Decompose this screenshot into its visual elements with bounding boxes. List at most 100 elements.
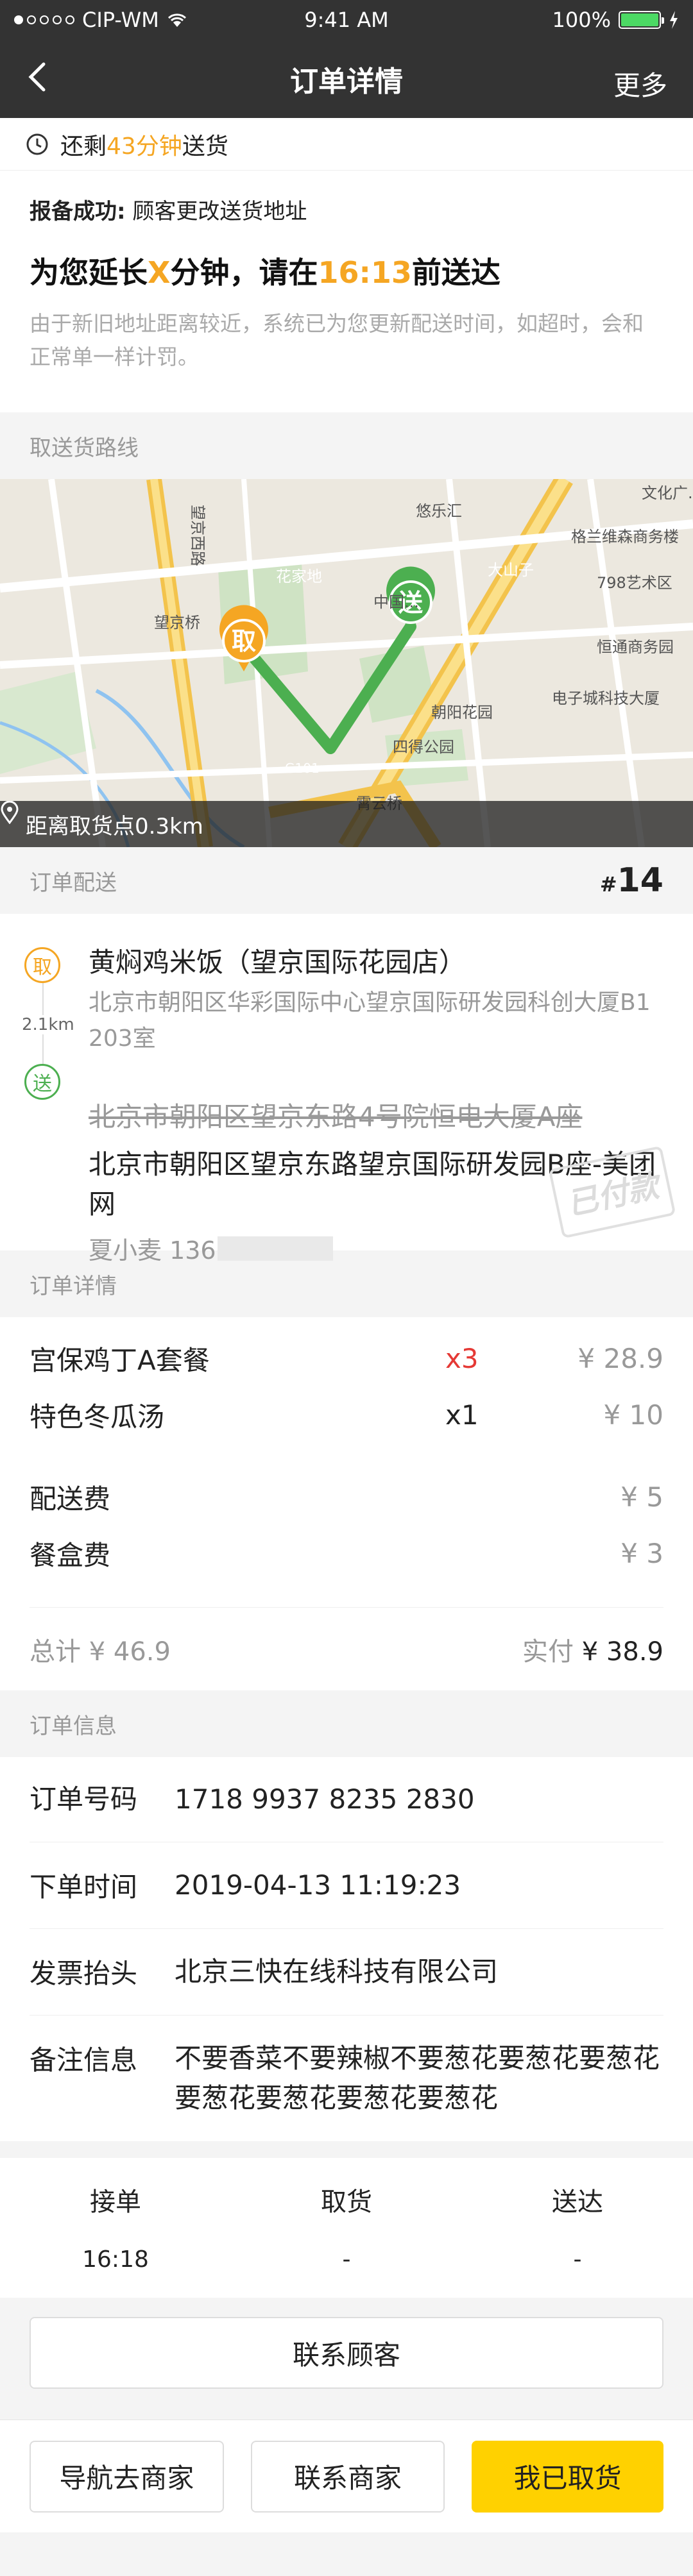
picked-up-button[interactable]: 我已取货 <box>472 2440 664 2513</box>
remaining-time-row: 还剩 43分钟 送货 <box>0 118 693 171</box>
progress-step: 接单 16:18 <box>0 2158 231 2298</box>
map-label: 花家地 <box>276 568 322 585</box>
battery-icon <box>619 11 664 29</box>
timer-suffix: 送货 <box>182 133 228 160</box>
item-name: 宫保鸡丁A套餐 <box>30 1344 210 1376</box>
customer-contact[interactable]: 夏小麦 136 <box>89 1231 663 1266</box>
contact-customer-button[interactable]: 联系顾客 <box>30 2317 663 2389</box>
navigate-to-merchant-button[interactable]: 导航去商家 <box>30 2440 224 2513</box>
signal-icon <box>14 15 74 24</box>
map-label: 恒通商务园 <box>597 638 674 656</box>
address-change-notice: 报备成功: 顾客更改送货地址 为您延长X分钟，请在16:13前送达 由于新旧地址… <box>0 171 693 412</box>
charging-icon <box>670 11 678 29</box>
status-bar: CIP-WM 9:41 AM 100% <box>0 0 693 40</box>
map-label: 悠乐汇 <box>416 502 462 520</box>
info-row-invoice: 发票抬头 北京三快在线科技有限公司 <box>30 1929 663 2016</box>
map-label: 文化广... <box>642 484 693 502</box>
notice-report-line: 报备成功: 顾客更改送货地址 <box>30 194 663 225</box>
merchant-name[interactable]: 黄焖鸡米饭（望京国际花园店） <box>89 941 663 980</box>
info-label: 备注信息 <box>30 2044 138 2076</box>
fee-price: ¥ 5 <box>620 1481 663 1513</box>
headline-x: X <box>148 255 171 290</box>
order-info-header: 订单信息 <box>0 1690 693 1757</box>
order-delivery-title: 订单配送 <box>30 870 117 896</box>
notice-label: 报备成功: <box>30 199 126 224</box>
info-row-notes: 备注信息 不要香菜不要辣椒不要葱花要葱花要葱花要葱花要葱花要葱花要葱花 <box>30 2016 663 2141</box>
timer-minutes: 43分钟 <box>107 133 182 160</box>
merchant-address: 北京市朝阳区华彩国际中心望京国际研发园科创大厦B1 203室 <box>89 989 651 1052</box>
progress-step: 送达 - <box>462 2158 693 2298</box>
pickup-badge: 取 <box>24 947 60 983</box>
page-title: 订单详情 <box>290 65 403 98</box>
customer-name-phone: 夏小麦 136 <box>89 1236 216 1265</box>
dropoff-badge: 送 <box>24 1064 60 1100</box>
battery-percent: 100% <box>552 8 611 32</box>
map-distance-text: 距离取货点0.3km <box>26 813 203 839</box>
item-price: ¥ 10 <box>603 1399 663 1431</box>
paid-value: ¥ 38.9 <box>581 1637 663 1667</box>
route-indicator: 取 2.1km 送 <box>22 947 74 1100</box>
map-label: 朝阳花园 <box>431 703 493 721</box>
fee-row: 配送费 ¥ 5 <box>30 1469 663 1525</box>
info-label: 订单号码 <box>30 1783 138 1815</box>
masked-phone <box>217 1236 333 1261</box>
progress-step-label: 接单 <box>90 2187 141 2217</box>
info-value: 1718 9937 8235 2830 <box>175 1783 475 1815</box>
back-arrow-icon[interactable] <box>19 58 58 96</box>
list-item: 宫保鸡丁A套餐 x3 ¥ 28.9 <box>30 1330 663 1386</box>
list-item: 特色冬瓜汤 x1 ¥ 10 <box>30 1386 663 1443</box>
progress-step-label: 送达 <box>552 2187 603 2217</box>
map-label: 四得公园 <box>393 738 454 756</box>
progress-step-time: - <box>573 2246 582 2273</box>
order-details-title: 订单详情 <box>30 1273 117 1299</box>
progress-step-time: - <box>342 2246 351 2273</box>
pickup-marker-label: 取 <box>232 627 256 655</box>
info-value: 北京三快在线科技有限公司 <box>175 1956 499 1987</box>
fee-name: 配送费 <box>30 1483 111 1515</box>
bottom-action-bar: 导航去商家 联系商家 我已取货 <box>0 2420 693 2532</box>
headline-pre: 为您延长 <box>30 255 148 290</box>
paid-label: 实付 <box>522 1637 574 1667</box>
map-graphic[interactable]: 取 送 望京西路 花家地 望京桥 悠乐汇 格兰维森商务楼 798艺术区 恒通商务… <box>0 479 693 847</box>
clock-icon <box>26 133 48 155</box>
contact-merchant-button[interactable]: 联系商家 <box>250 2440 445 2513</box>
order-sequence-number: #14 <box>600 861 663 900</box>
progress-step: 取货 - <box>231 2158 462 2298</box>
route-connector <box>42 1034 44 1064</box>
info-value: 不要香菜不要辣椒不要葱花要葱花要葱花要葱花要葱花要葱花要葱花 <box>175 2042 660 2114</box>
map-label: G101 <box>285 761 320 776</box>
info-row-order-number: 订单号码 1718 9937 8235 2830 <box>30 1757 663 1842</box>
order-delivery-header: 订单配送 #14 <box>0 847 693 914</box>
order-info-title: 订单信息 <box>30 1713 117 1739</box>
paid-amount: 实付 ¥ 38.9 <box>522 1631 663 1668</box>
old-delivery-address: 北京市朝阳区望京东路4号院恒电大厦A座 <box>89 1101 583 1132</box>
item-quantity: x1 <box>445 1399 479 1431</box>
order-items: 宫保鸡丁A套餐 x3 ¥ 28.9 特色冬瓜汤 x1 ¥ 10 配送费 ¥ 5 … <box>0 1317 693 1690</box>
headline-time: 16:13 <box>318 255 412 290</box>
total-row: 总计 ¥ 46.9 实付 ¥ 38.9 <box>30 1607 663 1690</box>
info-value: 2019-04-13 11:19:23 <box>175 1869 461 1901</box>
item-quantity: x3 <box>445 1342 479 1374</box>
map-label: 798艺术区 <box>597 574 672 592</box>
contact-customer-section: 联系顾客 <box>0 2298 693 2420</box>
map-distance-bar: 距离取货点0.3km <box>0 801 693 847</box>
headline-mid: 分钟，请在 <box>170 255 318 290</box>
route-map[interactable]: 取 送 望京西路 花家地 望京桥 悠乐汇 格兰维森商务楼 798艺术区 恒通商务… <box>0 479 693 847</box>
notice-description: 由于新旧地址距离较近，系统已为您更新配送时间，如超时，会和正常单一样计罚。 <box>30 311 644 369</box>
map-label: 中国... <box>373 593 419 611</box>
info-label: 下单时间 <box>30 1871 138 1903</box>
wifi-icon <box>167 13 186 27</box>
location-pin-icon <box>1 801 19 824</box>
carrier-name: CIP-WM <box>82 8 159 32</box>
more-button[interactable]: 更多 <box>613 64 667 103</box>
map-label: 大山子 <box>488 561 534 579</box>
fee-price: ¥ 3 <box>620 1537 663 1569</box>
headline-post: 前送达 <box>411 255 501 290</box>
progress-step-time: 16:18 <box>82 2246 149 2273</box>
info-row-order-time: 下单时间 2019-04-13 11:19:23 <box>30 1842 663 1929</box>
total-amount: 总计 ¥ 46.9 <box>30 1637 171 1667</box>
map-label: 电子城科技大厦 <box>552 689 660 707</box>
route-section-header: 取送货路线 <box>0 412 693 479</box>
timer-prefix: 还剩 <box>60 133 107 160</box>
notice-headline: 为您延长X分钟，请在16:13前送达 <box>30 249 663 292</box>
